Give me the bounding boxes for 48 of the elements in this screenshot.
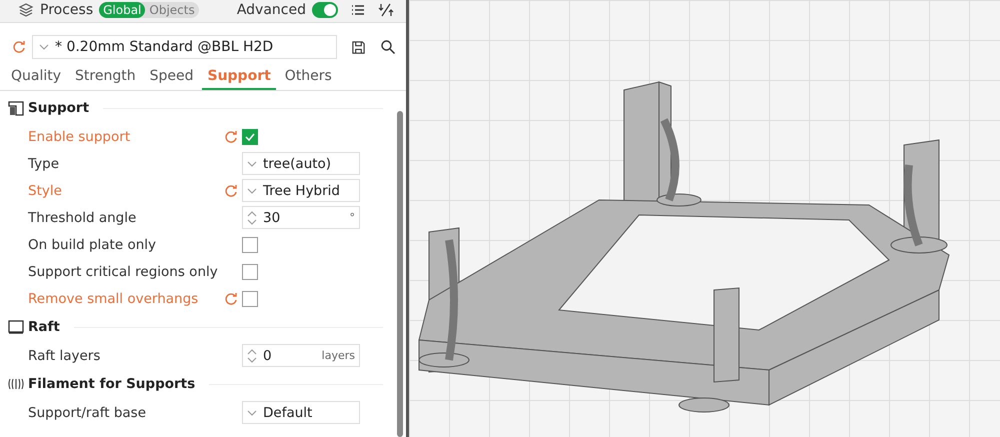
search-icon[interactable] — [380, 39, 396, 55]
section-title: Filament for Supports — [28, 376, 196, 392]
checkbox[interactable] — [242, 128, 258, 144]
checkbox[interactable] — [242, 264, 258, 280]
setting-label: Support critical regions only — [28, 264, 219, 280]
raft-icon — [8, 319, 24, 335]
setting-label: Threshold angle — [28, 210, 138, 226]
save-icon[interactable] — [351, 40, 366, 54]
support-icon — [8, 100, 24, 116]
reset-icon[interactable] — [224, 184, 238, 198]
setting-label: Style — [28, 182, 63, 198]
section-title: Raft — [28, 319, 60, 335]
filament-icon — [8, 376, 24, 392]
check-icon — [244, 130, 256, 142]
setting-label: Raft layers — [28, 348, 102, 364]
settings-tab[interactable]: Strength — [70, 65, 141, 90]
spin-field[interactable]: 30 ° — [242, 206, 360, 229]
preset-dropdown[interactable]: * 0.20mm Standard @BBL H2D — [32, 35, 337, 59]
reset-icon[interactable] — [12, 40, 26, 54]
spin-arrows-icon[interactable] — [247, 210, 257, 226]
chevron-down-icon — [247, 410, 257, 416]
settings-tab[interactable]: Others — [280, 65, 337, 90]
setting-label: Type — [28, 156, 60, 172]
section-title: Support — [28, 100, 90, 116]
settings-tab[interactable]: Quality — [6, 65, 66, 90]
compare-arrows-icon[interactable] — [378, 2, 394, 18]
dropdown[interactable]: Default — [242, 401, 360, 424]
setting-label: Enable support — [28, 128, 132, 144]
dropdown[interactable]: tree(auto) — [242, 152, 360, 175]
advanced-toggle[interactable] — [312, 2, 338, 18]
setting-label: Support/raft base — [28, 404, 148, 420]
setting-label: On build plate only — [28, 236, 157, 252]
layers-icon — [18, 2, 34, 18]
spin-arrows-icon[interactable] — [247, 348, 257, 364]
setting-label: Remove small overhangs — [28, 290, 200, 306]
checkbox[interactable] — [242, 290, 258, 306]
spin-field[interactable]: 0 layers — [242, 344, 360, 367]
chevron-down-icon — [39, 44, 49, 50]
reset-icon[interactable] — [224, 130, 238, 144]
checkbox[interactable] — [242, 236, 258, 252]
scrollbar[interactable] — [397, 111, 403, 437]
dropdown[interactable]: Tree Hybrid — [242, 179, 360, 202]
settings-tab[interactable]: Speed — [144, 65, 198, 90]
chevron-down-icon — [247, 160, 257, 166]
chevron-down-icon — [247, 188, 257, 194]
panel-title: Process — [40, 2, 94, 18]
advanced-label: Advanced — [236, 2, 306, 18]
reset-icon[interactable] — [224, 292, 238, 306]
